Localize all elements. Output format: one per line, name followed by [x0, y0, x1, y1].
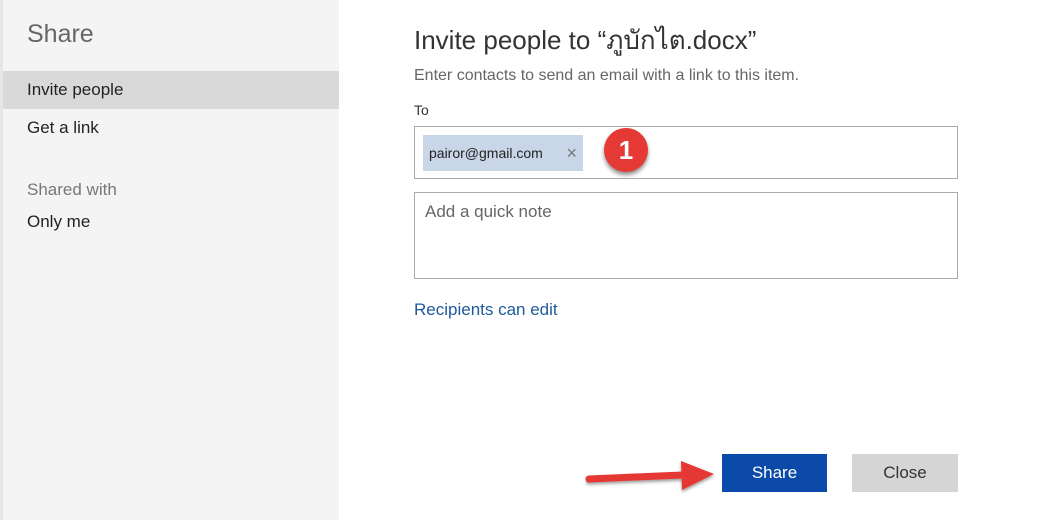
sidebar-title: Share: [27, 20, 94, 48]
shared-with-value: Only me: [27, 212, 91, 231]
quick-note-field[interactable]: Add a quick note: [414, 192, 958, 279]
red-arrow-icon: [585, 461, 714, 490]
remove-recipient-icon[interactable]: ×: [566, 135, 577, 171]
dialog-title: Invite people to “ภูบักไต.docx”: [414, 25, 757, 55]
recipient-chip[interactable]: pairor@gmail.com ×: [423, 135, 583, 171]
to-label: To: [414, 102, 429, 118]
sidebar-item-get-a-link[interactable]: Get a link: [3, 109, 339, 147]
share-sidebar: Share Invite people Get a link Shared wi…: [0, 0, 339, 520]
sidebar-item-invite-people[interactable]: Invite people: [3, 71, 339, 109]
close-button[interactable]: Close: [852, 454, 958, 492]
dialog-subtitle: Enter contacts to send an email with a l…: [414, 67, 800, 84]
shared-with-heading: Shared with: [27, 180, 117, 199]
recipients-permission-link[interactable]: Recipients can edit: [414, 300, 558, 320]
share-button[interactable]: Share: [722, 454, 827, 492]
recipient-email: pairor@gmail.com: [429, 145, 543, 161]
to-recipients-field[interactable]: pairor@gmail.com ×: [414, 126, 958, 179]
step-number-badge: 1: [604, 128, 648, 172]
